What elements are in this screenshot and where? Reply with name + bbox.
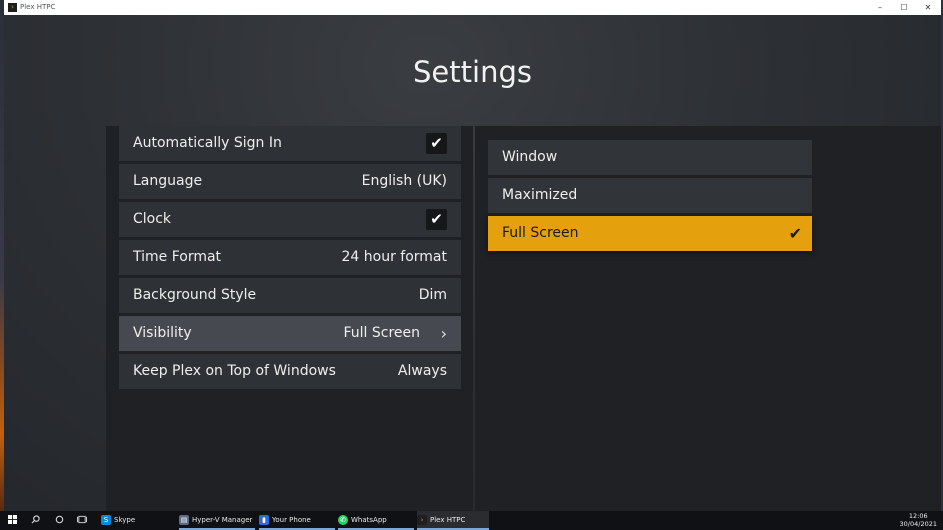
- system-clock[interactable]: 12:06 30/04/2021: [900, 512, 937, 528]
- plex-chevron-icon: ›: [8, 3, 17, 12]
- setting-value: English (UK): [361, 173, 447, 189]
- setting-value: Always: [397, 363, 447, 379]
- option-label: Window: [502, 149, 558, 165]
- clock-checkbox[interactable]: ✔: [426, 209, 447, 230]
- taskbar-hyper-v-manager[interactable]: ▤ Hyper-V Manager: [179, 511, 255, 530]
- minimize-button[interactable]: –: [869, 0, 891, 15]
- checkmark-icon: ✔: [788, 224, 802, 243]
- setting-automatically-sign-in[interactable]: Automatically Sign In ✔: [119, 126, 461, 161]
- skype-icon: S: [101, 515, 111, 525]
- setting-label: Time Format: [133, 249, 222, 265]
- plex-icon: ›: [417, 515, 427, 525]
- setting-language[interactable]: Language English (UK): [119, 164, 461, 199]
- cortana-icon[interactable]: [50, 511, 68, 530]
- setting-label: Background Style: [133, 287, 257, 303]
- clock-time: 12:06: [908, 512, 928, 520]
- window-title: Plex HTPC: [20, 3, 56, 11]
- windows-taskbar: S Skype ▤ Hyper-V Manager ▮ Your Phone ✆ Wha…: [0, 511, 943, 530]
- taskbar-app-label: Skype: [114, 516, 136, 524]
- option-window[interactable]: Window: [488, 140, 812, 175]
- setting-clock[interactable]: Clock ✔: [119, 202, 461, 237]
- task-view-icon[interactable]: [73, 511, 91, 530]
- title-bar[interactable]: › Plex HTPC – ☐ ✕: [4, 0, 941, 15]
- setting-label: Clock: [133, 211, 172, 227]
- taskbar-skype[interactable]: S Skype: [101, 511, 171, 530]
- option-label: Full Screen: [502, 225, 579, 241]
- taskbar-app-label: WhatsApp: [351, 516, 387, 524]
- hyper-v-icon: ▤: [179, 515, 189, 525]
- checkmark-icon: ✔: [430, 134, 443, 152]
- search-icon[interactable]: [26, 511, 44, 530]
- plex-window: › Plex HTPC – ☐ ✕ Settings Automatically…: [4, 0, 941, 511]
- setting-label: Visibility: [133, 325, 192, 341]
- option-label: Maximized: [502, 187, 578, 203]
- phone-icon: ▮: [259, 515, 269, 525]
- setting-label: Language: [133, 173, 203, 189]
- setting-value: 24 hour format: [341, 249, 448, 265]
- setting-time-format[interactable]: Time Format 24 hour format: [119, 240, 461, 275]
- maximize-button[interactable]: ☐: [893, 0, 915, 15]
- taskbar-app-label: Plex HTPC: [430, 516, 466, 524]
- checkmark-icon: ✔: [430, 210, 443, 228]
- setting-label: Keep Plex on Top of Windows: [133, 363, 336, 379]
- close-button[interactable]: ✕: [917, 0, 939, 15]
- option-maximized[interactable]: Maximized: [488, 178, 812, 213]
- visibility-options-panel: Window Maximized Full Screen ✔: [475, 126, 941, 511]
- setting-value: Dim: [418, 287, 447, 303]
- settings-screen: Settings Automatically Sign In ✔ Languag…: [4, 15, 941, 511]
- taskbar-your-phone[interactable]: ▮ Your Phone: [259, 511, 335, 530]
- taskbar-whatsapp[interactable]: ✆ WhatsApp: [338, 511, 414, 530]
- setting-visibility[interactable]: Visibility Full Screen ›: [119, 316, 461, 351]
- whatsapp-icon: ✆: [338, 515, 348, 525]
- page-title: Settings: [413, 55, 532, 89]
- taskbar-app-label: Hyper-V Manager: [192, 516, 253, 524]
- setting-value: Full Screen: [343, 325, 420, 341]
- chevron-right-icon: ›: [440, 324, 447, 343]
- taskbar-plex-htpc[interactable]: › Plex HTPC: [417, 511, 489, 530]
- setting-label: Automatically Sign In: [133, 135, 282, 151]
- windows-start-icon[interactable]: [3, 511, 21, 530]
- option-full-screen[interactable]: Full Screen ✔: [488, 216, 812, 251]
- taskbar-app-label: Your Phone: [272, 516, 311, 524]
- auto-sign-in-checkbox[interactable]: ✔: [426, 133, 447, 154]
- clock-date: 30/04/2021: [899, 520, 937, 528]
- setting-background-style[interactable]: Background Style Dim: [119, 278, 461, 313]
- setting-keep-on-top[interactable]: Keep Plex on Top of Windows Always: [119, 354, 461, 389]
- settings-list: Automatically Sign In ✔ Language English…: [106, 126, 473, 511]
